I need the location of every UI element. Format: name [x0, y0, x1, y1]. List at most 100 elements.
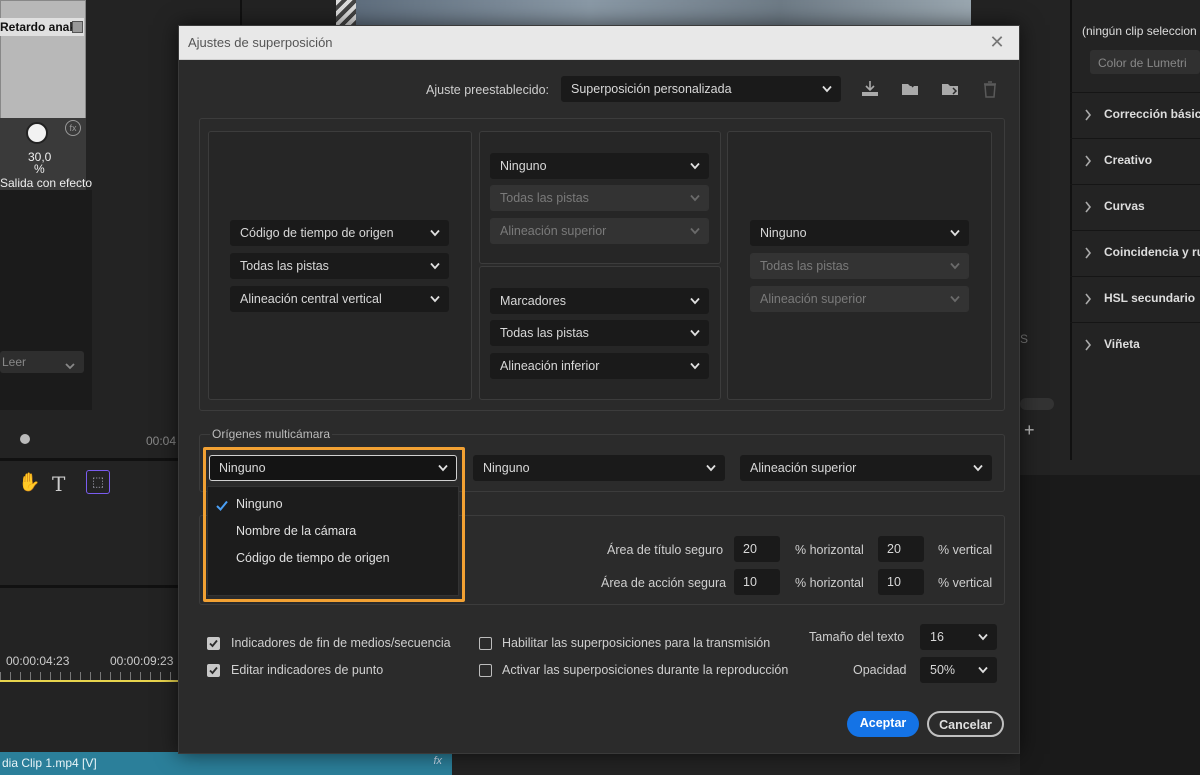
lumetri-section-5[interactable]: Viñeta [1070, 322, 1200, 366]
read-select-label: Leer [2, 355, 27, 369]
import-preset-icon[interactable] [899, 78, 921, 100]
timeline-separator-2 [0, 585, 178, 588]
close-icon[interactable]: ✕ [987, 32, 1007, 52]
lumetri-section-label: HSL secundario [1104, 291, 1196, 305]
chevron-down-icon [438, 464, 448, 472]
bottom-center-source-select[interactable]: Marcadores [490, 288, 709, 314]
lumetri-section-3[interactable]: Coincidencia y ru [1070, 230, 1200, 274]
save-preset-icon[interactable] [859, 78, 881, 100]
lumetri-section-label: Viñeta [1104, 337, 1140, 351]
action-safe-label: Área de acción segura [601, 576, 727, 590]
hand-tool-icon[interactable]: ✋ [18, 472, 40, 492]
playback-overlays-checkbox[interactable] [479, 664, 492, 677]
preset-select[interactable]: Superposición personalizada [561, 76, 841, 102]
multicam-source-select[interactable]: Ninguno [209, 455, 457, 481]
chevron-down-icon [690, 162, 700, 170]
multicam-label: Orígenes multicámara [210, 427, 333, 441]
lumetri-section-2[interactable]: Curvas [1070, 184, 1200, 228]
timecode-1: 00:00:04:23 [6, 654, 70, 668]
chevron-down-icon [690, 362, 700, 370]
overlay-settings-dialog: Ajustes de superposición ✕ Ajuste preest… [178, 25, 1020, 754]
side-slider[interactable] [1020, 398, 1054, 410]
fx-icon: fx [65, 120, 81, 136]
lumetri-tab[interactable]: Color de Lumetri [1090, 50, 1200, 74]
read-select[interactable]: Leer [0, 351, 84, 373]
add-icon[interactable]: + [1024, 420, 1035, 441]
left-tracks-select[interactable]: Todas las pistas [230, 253, 449, 279]
end-of-media-checkbox[interactable] [207, 637, 220, 650]
cancel-button[interactable]: Cancelar [927, 711, 1004, 737]
effect-knob[interactable] [26, 122, 48, 144]
right-tracks-select[interactable]: Todas las pistas [750, 253, 969, 279]
dropdown-option-none[interactable]: Ninguno [236, 497, 283, 511]
accept-button[interactable]: Aceptar [847, 711, 919, 737]
lumetri-section-1[interactable]: Creativo [1070, 138, 1200, 182]
effect-output-label: Salida con efecto [0, 176, 93, 190]
text-size-value: 16 [930, 630, 944, 644]
title-safe-vertical-input[interactable]: 20 [878, 536, 924, 562]
chevron-down-icon [430, 229, 440, 237]
chevron-down-icon [950, 229, 960, 237]
export-preset-icon[interactable] [939, 78, 961, 100]
multicam-source-value: Ninguno [219, 461, 266, 475]
end-of-media-label: Indicadores de fin de medios/secuencia [231, 636, 451, 650]
type-tool-icon[interactable]: T [52, 472, 72, 496]
top-center-alignment-select[interactable]: Alineación superior [490, 218, 709, 244]
left-tracks-value: Todas las pistas [240, 259, 329, 273]
bottom-center-alignment-value: Alineación inferior [500, 359, 600, 373]
playhead-dot[interactable] [20, 434, 30, 444]
top-center-source-select[interactable]: Ninguno [490, 153, 709, 179]
multicam-second-select[interactable]: Ninguno [473, 455, 725, 481]
playback-overlays-label: Activar las superposiciones durante la r… [502, 663, 789, 677]
top-center-tracks-select[interactable]: Todas las pistas [490, 185, 709, 211]
action-safe-horizontal-input[interactable]: 10 [734, 569, 780, 595]
effect-title: Retardo anak [0, 20, 77, 34]
right-alignment-select[interactable]: Alineación superior [750, 286, 969, 312]
bottom-center-alignment-select[interactable]: Alineación inferior [490, 353, 709, 379]
left-alignment-value: Alineación central vertical [240, 292, 382, 306]
left-source-select[interactable]: Código de tiempo de origen [230, 220, 449, 246]
chevron-right-icon [1084, 200, 1092, 218]
chevron-down-icon [430, 262, 440, 270]
left-alignment-select[interactable]: Alineación central vertical [230, 286, 449, 312]
multicam-alignment-select[interactable]: Alineación superior [740, 455, 992, 481]
lumetri-section-label: Creativo [1104, 153, 1153, 167]
chevron-down-icon [690, 297, 700, 305]
action-safe-horizontal-unit: % horizontal [795, 576, 864, 590]
chevron-right-icon [1084, 108, 1092, 126]
dropdown-option-camera-name[interactable]: Nombre de la cámara [236, 524, 356, 538]
chevron-down-icon [65, 357, 75, 375]
broadcast-overlays-checkbox[interactable] [479, 637, 492, 650]
opacity-select[interactable]: 50% [920, 657, 997, 683]
opacity-value: 50% [930, 663, 956, 677]
lumetri-section-label: Coincidencia y ru [1104, 245, 1200, 259]
action-safe-vertical-input[interactable]: 10 [878, 569, 924, 595]
chevron-down-icon [706, 464, 716, 472]
opacity-label: Opacidad [853, 663, 907, 677]
dropdown-option-source-timecode[interactable]: Código de tiempo de origen [236, 551, 390, 565]
chevron-down-icon [690, 227, 700, 235]
bottom-center-tracks-select[interactable]: Todas las pistas [490, 320, 709, 346]
program-monitor-preview [336, 0, 971, 25]
chevron-down-icon [950, 295, 960, 303]
effect-dropdown-button[interactable] [72, 21, 83, 33]
lumetri-section-0[interactable]: Corrección básica [1070, 92, 1200, 136]
timecode-small: 00:04 [146, 434, 177, 448]
selection-tool-icon[interactable]: ⬚ [86, 470, 110, 494]
left-panel [0, 190, 92, 410]
lumetri-section-label: Corrección básica [1104, 107, 1200, 121]
text-size-select[interactable]: 16 [920, 624, 997, 650]
timeline-marker-line [0, 680, 178, 682]
edit-points-checkbox[interactable] [207, 664, 220, 677]
title-safe-horizontal-input[interactable]: 20 [734, 536, 780, 562]
trash-icon[interactable] [979, 78, 1001, 100]
multicam-alignment-value: Alineación superior [750, 461, 857, 475]
timeline-clip[interactable]: dia Clip 1.mp4 [V] fx [0, 752, 452, 775]
top-center-source-value: Ninguno [500, 159, 547, 173]
edit-points-label: Editar indicadores de punto [231, 663, 384, 677]
dialog-titlebar: Ajustes de superposición ✕ [179, 26, 1019, 60]
lumetri-section-4[interactable]: HSL secundario [1070, 276, 1200, 320]
right-source-select[interactable]: Ninguno [750, 220, 969, 246]
clip-name: dia Clip 1.mp4 [V] [2, 756, 97, 770]
top-center-tracks-value: Todas las pistas [500, 191, 589, 205]
